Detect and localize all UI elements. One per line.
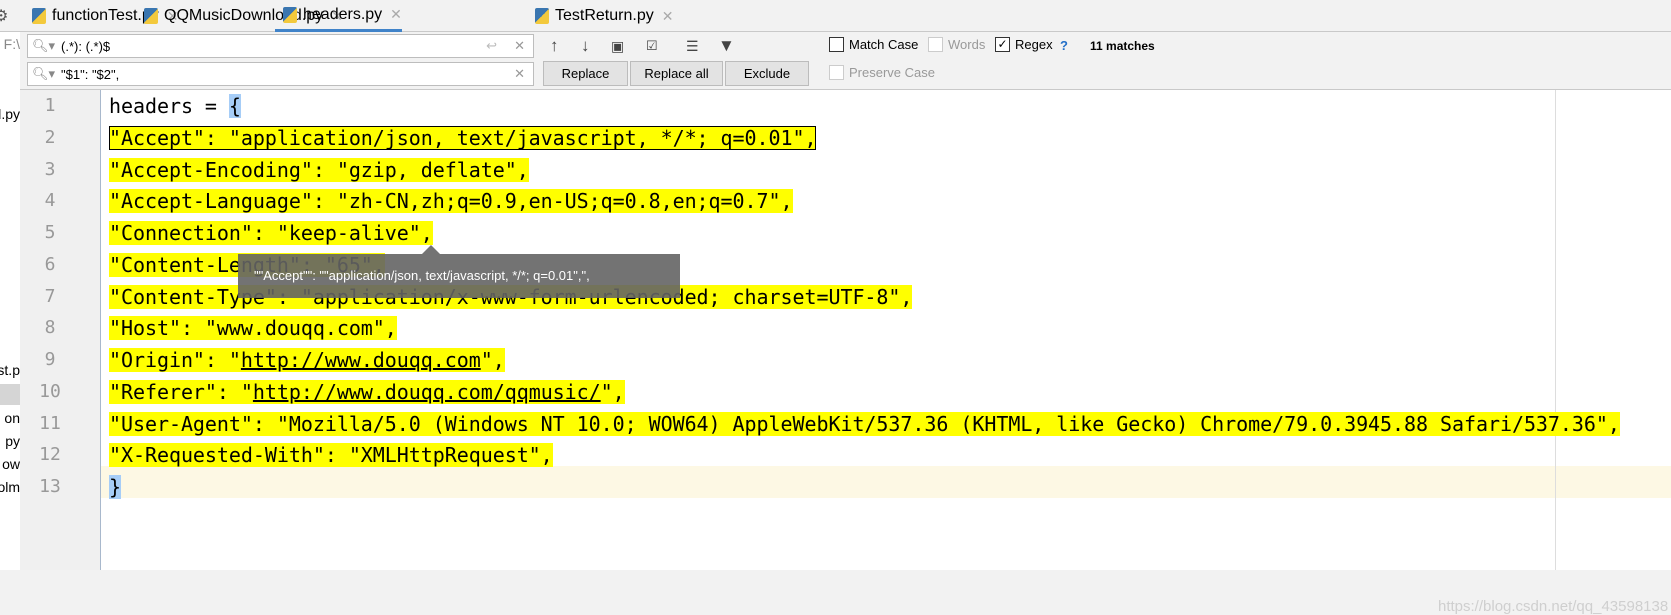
project-item[interactable]: F:\ xyxy=(4,36,20,52)
code-line[interactable]: "Host": "www.douqq.com", xyxy=(109,312,397,344)
tab-testreturn[interactable]: TestReturn.py ✕ xyxy=(527,0,673,32)
project-item[interactable]: ow xyxy=(2,456,20,472)
search-field[interactable]: 🔍︎▾ (.*): (.*)$ ↩ ✕ xyxy=(27,34,534,58)
code-line[interactable]: headers = { xyxy=(109,90,241,122)
line-number: 2 xyxy=(44,126,56,148)
line-number: 10 xyxy=(39,380,61,402)
filter-lines-icon[interactable]: ☰ xyxy=(686,38,699,55)
close-icon[interactable]: ✕ xyxy=(390,6,402,23)
clear-icon[interactable]: ✕ xyxy=(514,38,525,54)
search-icon: 🔍︎▾ xyxy=(32,38,56,53)
checkbox-box[interactable] xyxy=(829,37,844,52)
project-item[interactable]: py xyxy=(5,433,20,449)
clear-icon[interactable]: ✕ xyxy=(514,66,525,82)
regex-checkbox[interactable]: ✓ Regex xyxy=(995,37,1053,52)
tab-headers[interactable]: headers.py ✕ xyxy=(275,0,402,32)
words-label: Words xyxy=(948,37,986,52)
line-number: 13 xyxy=(39,476,61,497)
preserve-case-checkbox[interactable]: Preserve Case xyxy=(829,65,935,80)
watermark: https://blog.csdn.net/qq_43598138 xyxy=(1438,598,1669,615)
line-number: 7 xyxy=(44,285,56,307)
match-count: 11 matches xyxy=(1090,39,1155,53)
find-replace-bar: 🔍︎▾ (.*): (.*)$ ↩ ✕ 🔍︎▾ "$1": "$2", ✕ ↑ ↓ ▣ ☑… xyxy=(0,32,1671,90)
code-line[interactable]: "X-Requested-With": "XMLHttpRequest", xyxy=(109,439,553,471)
search-match: "Host": "www.douqq.com", xyxy=(109,316,397,341)
regex-label: Regex xyxy=(1015,37,1053,52)
code-line[interactable]: "Accept-Encoding": "gzip, deflate", xyxy=(109,154,529,186)
code-line[interactable]: "User-Agent": "Mozilla/5.0 (Windows NT 1… xyxy=(109,408,1620,440)
code-line[interactable]: "Origin": "http://www.douqq.com", xyxy=(109,344,505,376)
line-gutter: 1 2 3 4 5 6 7 8 9 10 11 12 13 xyxy=(20,90,101,570)
preserve-case-label: Preserve Case xyxy=(849,65,935,80)
project-item[interactable]: st.p xyxy=(0,362,20,378)
code-line[interactable]: "Accept": "application/json, text/javasc… xyxy=(109,122,817,154)
gear-icon[interactable]: ⚙ xyxy=(0,6,8,26)
line-number: 5 xyxy=(44,222,56,243)
line-number: 11 xyxy=(39,412,61,434)
python-file-icon xyxy=(283,6,297,23)
exclude-button[interactable]: Exclude xyxy=(725,61,809,86)
select-all-occurrences-icon[interactable]: ▣ xyxy=(611,38,624,55)
search-icon: 🔍︎▾ xyxy=(32,66,56,81)
checkbox-box[interactable] xyxy=(829,65,844,80)
line-number: 12 xyxy=(39,444,61,466)
match-case-label: Match Case xyxy=(849,37,919,52)
replace-button[interactable]: Replace xyxy=(543,61,628,86)
matched-brace: } xyxy=(109,475,121,499)
replace-all-button[interactable]: Replace all xyxy=(630,61,723,86)
code-line[interactable]: "Referer": "http://www.douqq.com/qqmusic… xyxy=(109,376,625,408)
in-selection-icon[interactable]: ☑ xyxy=(646,38,658,54)
right-margin-guide xyxy=(1555,90,1556,570)
project-item-selected[interactable] xyxy=(0,384,20,405)
line-number: 4 xyxy=(44,190,56,212)
line-number: 6 xyxy=(44,253,56,275)
code-editor[interactable]: 1 2 3 4 5 6 7 8 9 10 11 12 13 headers = {"Accept": "… xyxy=(20,90,1671,615)
url-link[interactable]: http://www.douqq.com/qqmusic/ xyxy=(253,380,601,404)
project-item[interactable]: d.py xyxy=(0,106,20,122)
tab-label: TestReturn.py xyxy=(555,7,654,24)
search-match: "Accept-Language": "zh-CN,zh;q=0.9,en-US… xyxy=(109,189,793,214)
filter-icon[interactable]: ▼ xyxy=(718,36,735,56)
search-match: "Connection": "keep-alive", xyxy=(109,221,433,245)
checkmark-icon[interactable]: ✓ xyxy=(995,37,1010,52)
words-checkbox[interactable]: Words xyxy=(928,37,985,52)
line-number: 9 xyxy=(44,349,56,370)
newline-icon[interactable]: ↩ xyxy=(486,38,497,54)
code-line[interactable]: } xyxy=(109,471,121,503)
matched-brace: { xyxy=(228,94,241,118)
python-file-icon xyxy=(144,8,158,24)
code-text: headers = xyxy=(109,94,229,118)
line-number: 1 xyxy=(44,95,56,116)
project-item[interactable]: on xyxy=(4,410,20,426)
search-input[interactable]: (.*): (.*)$ xyxy=(61,39,110,54)
line-number: 8 xyxy=(44,317,56,339)
close-icon[interactable]: ✕ xyxy=(662,8,674,25)
replace-field[interactable]: 🔍︎▾ "$1": "$2", ✕ xyxy=(27,62,534,86)
tab-label: headers.py xyxy=(303,5,383,23)
code-line[interactable]: "Connection": "keep-alive", xyxy=(109,217,433,249)
match-case-checkbox[interactable]: Match Case xyxy=(829,37,918,52)
match-tooltip: ""Accept"": ""application/json, text/jav… xyxy=(238,245,680,298)
search-match: "Origin": "http://www.douqq.com", xyxy=(109,348,505,372)
python-file-icon xyxy=(535,8,549,24)
project-panel: F:\ d.py st.p on py ow olm xyxy=(0,32,20,570)
search-match: "Accept": "application/json, text/javasc… xyxy=(109,125,817,150)
replace-input[interactable]: "$1": "$2", xyxy=(61,67,119,82)
search-match: "Referer": "http://www.douqq.com/qqmusic… xyxy=(109,379,625,404)
next-occurrence-icon[interactable]: ↓ xyxy=(581,36,590,56)
python-file-icon xyxy=(32,8,46,24)
search-match: "X-Requested-With": "XMLHttpRequest", xyxy=(109,443,553,468)
regex-help-link[interactable]: ? xyxy=(1060,38,1068,53)
line-number: 3 xyxy=(44,158,56,180)
search-match: "Accept-Encoding": "gzip, deflate", xyxy=(109,157,529,182)
checkbox-box[interactable] xyxy=(928,37,943,52)
project-item[interactable]: olm xyxy=(0,479,20,495)
code-line[interactable]: "Accept-Language": "zh-CN,zh;q=0.9,en-US… xyxy=(109,185,793,217)
previous-occurrence-icon[interactable]: ↑ xyxy=(550,36,559,56)
tab-bar: ⚙ functionTest.py ✕ QQMusicDownload.py ✕ h… xyxy=(0,0,1671,32)
search-match: "User-Agent": "Mozilla/5.0 (Windows NT 1… xyxy=(109,411,1620,436)
url-link[interactable]: http://www.douqq.com xyxy=(241,348,481,372)
